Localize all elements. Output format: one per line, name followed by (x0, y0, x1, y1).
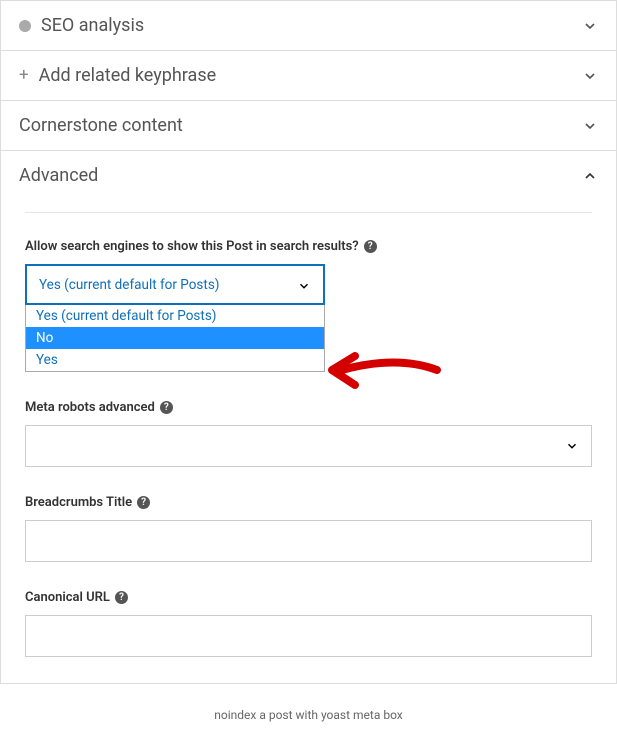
allow-search-label: Allow search engines to show this Post i… (25, 239, 592, 254)
allow-search-dropdown: Yes (current default for Posts) No Yes (25, 305, 325, 372)
canonical-label: Canonical URL ? (25, 590, 592, 605)
chevron-down-icon (565, 439, 579, 453)
advanced-panel: Allow search engines to show this Post i… (1, 212, 616, 683)
chevron-down-icon (582, 118, 598, 134)
canonical-input[interactable] (25, 615, 592, 657)
section-cornerstone[interactable]: Cornerstone content (1, 100, 616, 150)
dropdown-option-yes[interactable]: Yes (26, 349, 324, 371)
help-icon[interactable]: ? (364, 240, 377, 253)
section-advanced[interactable]: Advanced (1, 150, 616, 200)
help-icon[interactable]: ? (115, 591, 128, 604)
section-title: Add related keyphrase (39, 65, 217, 86)
select-value: Yes (current default for Posts) (39, 277, 219, 293)
chevron-up-icon (582, 168, 598, 184)
section-seo-analysis[interactable]: SEO analysis (1, 0, 616, 50)
dropdown-option-default[interactable]: Yes (current default for Posts) (26, 305, 324, 327)
chevron-down-icon (297, 278, 311, 292)
allow-search-select[interactable]: Yes (current default for Posts) (25, 264, 325, 305)
section-add-keyphrase[interactable]: + Add related keyphrase (1, 50, 616, 100)
chevron-down-icon (582, 18, 598, 34)
divider (25, 212, 592, 213)
breadcrumbs-input[interactable] (25, 520, 592, 562)
chevron-down-icon (582, 68, 598, 84)
breadcrumbs-label: Breadcrumbs Title ? (25, 495, 592, 510)
section-title: Advanced (19, 165, 98, 186)
section-title: SEO analysis (41, 15, 144, 36)
meta-robots-label: Meta robots advanced ? (25, 400, 592, 415)
help-icon[interactable]: ? (160, 401, 173, 414)
plus-icon: + (19, 67, 29, 84)
image-caption: noindex a post with yoast meta box (0, 708, 617, 722)
meta-robots-select[interactable] (25, 425, 592, 467)
status-dot-icon (19, 20, 31, 32)
help-icon[interactable]: ? (137, 496, 150, 509)
dropdown-option-no[interactable]: No (26, 327, 324, 349)
section-title: Cornerstone content (19, 115, 183, 136)
